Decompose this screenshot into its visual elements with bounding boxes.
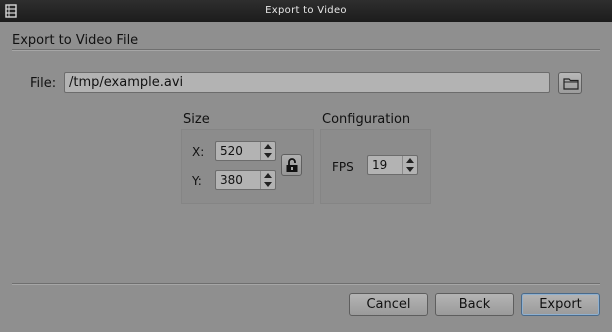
export-button[interactable]: Export xyxy=(521,293,600,316)
file-path-input[interactable]: /tmp/example.avi xyxy=(64,72,550,93)
folder-icon xyxy=(563,78,579,90)
size-y-value: 380 xyxy=(220,173,243,187)
size-y-label: Y: xyxy=(192,174,202,188)
back-button[interactable]: Back xyxy=(435,293,514,316)
chevron-up-icon xyxy=(264,144,272,149)
fps-decrement[interactable] xyxy=(403,165,417,174)
size-x-increment[interactable] xyxy=(261,142,275,151)
chevron-down-icon xyxy=(406,167,414,172)
file-label: File: xyxy=(30,76,57,91)
size-x-label: X: xyxy=(192,145,205,159)
chevron-up-icon xyxy=(264,173,272,178)
size-x-decrement[interactable] xyxy=(261,151,275,160)
fps-label: FPS xyxy=(332,160,354,174)
browse-button[interactable] xyxy=(558,72,582,94)
unlock-icon xyxy=(286,158,298,172)
header-divider xyxy=(12,49,600,51)
cancel-button[interactable]: Cancel xyxy=(349,293,428,316)
size-y-increment[interactable] xyxy=(261,171,275,180)
fps-increment[interactable] xyxy=(403,156,417,165)
size-y-spinbox[interactable]: 380 xyxy=(215,170,276,190)
chevron-up-icon xyxy=(406,158,414,163)
chevron-down-icon xyxy=(264,182,272,187)
configuration-group-title: Configuration xyxy=(322,112,411,127)
window-title: Export to Video xyxy=(265,5,347,16)
size-x-spinbox[interactable]: 520 xyxy=(215,141,276,161)
size-x-value: 520 xyxy=(220,144,243,158)
aspect-lock-button[interactable] xyxy=(281,154,302,176)
footer-divider xyxy=(12,283,600,285)
page-title: Export to Video File xyxy=(12,33,139,48)
title-bar[interactable]: Export to Video xyxy=(0,0,612,22)
size-y-decrement[interactable] xyxy=(261,180,275,189)
size-group-title: Size xyxy=(183,112,210,127)
fps-spinbox[interactable]: 19 xyxy=(367,155,418,175)
fps-value: 19 xyxy=(372,158,388,172)
chevron-down-icon xyxy=(264,153,272,158)
